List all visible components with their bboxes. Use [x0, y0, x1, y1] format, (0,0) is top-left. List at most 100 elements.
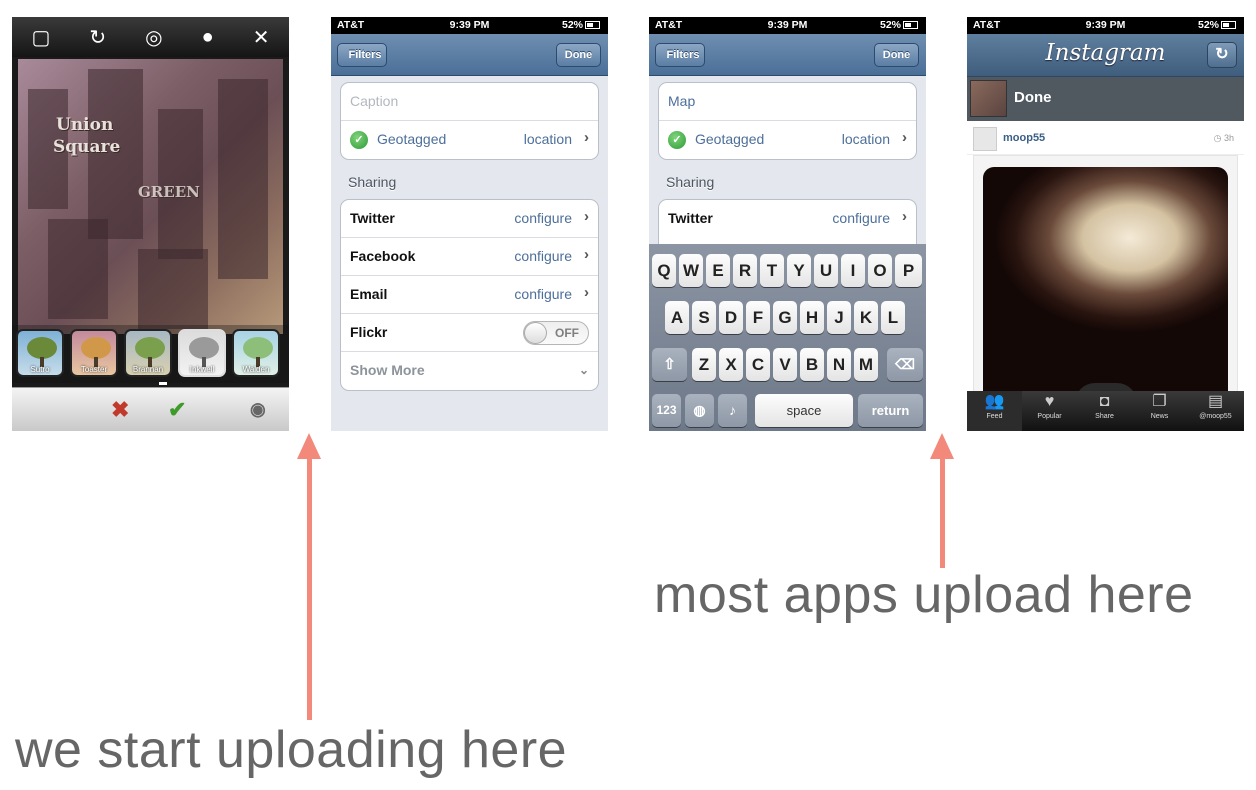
done-button[interactable]: Done — [556, 43, 601, 67]
key[interactable]: Q — [652, 254, 676, 287]
filter-thumb-selected[interactable]: Inkwell — [178, 329, 226, 377]
microphone-icon[interactable]: ♪ — [718, 394, 747, 427]
space-key[interactable]: space — [755, 394, 853, 427]
key[interactable]: N — [827, 348, 851, 381]
filter-strip: Sutro Toaster Brannan Inkwell Walden — [12, 325, 289, 383]
key[interactable]: B — [800, 348, 824, 381]
key[interactable]: C — [746, 348, 770, 381]
share-settings-keyboard-screen: AT&T 9:39 PM 52% Filters Done Map ✓ Geot… — [649, 17, 926, 431]
key[interactable]: U — [814, 254, 838, 287]
chevron-right-icon: › — [902, 208, 907, 225]
eye-icon[interactable]: ◉ — [250, 399, 266, 420]
crop-icon[interactable]: ▢ — [32, 25, 51, 50]
key[interactable]: E — [706, 254, 730, 287]
key[interactable]: L — [881, 301, 905, 334]
toggle-state: OFF — [555, 326, 579, 340]
avatar[interactable] — [973, 127, 997, 151]
post-photo[interactable] — [983, 167, 1228, 403]
tilt-shift-icon[interactable]: ◎ — [145, 25, 162, 50]
status-bar: AT&T 9:39 PM 52% — [967, 17, 1244, 34]
battery: 52% — [880, 19, 918, 31]
filter-thumb[interactable]: Brannan — [124, 329, 172, 377]
globe-icon[interactable]: ◍ — [685, 394, 714, 427]
annotation-arrow-line — [940, 458, 945, 568]
key[interactable]: T — [760, 254, 784, 287]
flickr-toggle[interactable]: OFF — [523, 321, 589, 345]
key[interactable]: Y — [787, 254, 811, 287]
filter-label: Brannan — [132, 365, 164, 374]
filter-thumb[interactable]: Walden — [232, 329, 280, 377]
chevron-right-icon: › — [584, 129, 589, 146]
sharing-group: Twitter configure › Facebook configure ›… — [340, 199, 599, 391]
refresh-icon[interactable]: ↻ — [1207, 42, 1237, 68]
geotag-row[interactable]: ✓ Geotagged location › — [341, 121, 598, 159]
check-icon: ✓ — [350, 131, 368, 149]
map-label: Square — [53, 137, 121, 157]
show-more-row[interactable]: Show More ⌄ — [341, 352, 598, 390]
tab-share[interactable]: ◘ Share — [1077, 391, 1132, 431]
key[interactable]: R — [733, 254, 757, 287]
battery: 52% — [562, 19, 600, 31]
key[interactable]: P — [895, 254, 922, 287]
numbers-key[interactable]: 123 — [652, 394, 681, 427]
upload-status-bar: Done — [967, 77, 1244, 121]
clock-icon: ◷ — [1213, 133, 1224, 143]
key[interactable]: G — [773, 301, 797, 334]
key[interactable]: S — [692, 301, 716, 334]
facebook-row[interactable]: Facebook configure › — [341, 238, 598, 276]
map-label: GREEN — [138, 183, 200, 201]
geotag-row[interactable]: ✓ Geotagged location › — [659, 121, 916, 159]
email-row[interactable]: Email configure › — [341, 276, 598, 314]
key[interactable]: W — [679, 254, 703, 287]
tab-profile[interactable]: ▤ @moop55 — [1187, 391, 1244, 431]
username[interactable]: moop55 — [1003, 132, 1045, 144]
caption-field[interactable]: Caption — [341, 83, 598, 121]
post-time: ◷ 3h — [1213, 133, 1234, 143]
filter-thumb[interactable]: Toaster — [70, 329, 118, 377]
caption-placeholder: Caption — [350, 93, 399, 109]
tab-news[interactable]: ❐ News — [1132, 391, 1187, 431]
camera-icon: ◘ — [1099, 393, 1110, 410]
key[interactable]: F — [746, 301, 770, 334]
filters-back-button[interactable]: Filters — [655, 43, 705, 67]
twitter-row[interactable]: Twitter configure › — [659, 200, 916, 238]
key[interactable]: K — [854, 301, 878, 334]
key[interactable]: I — [841, 254, 865, 287]
blur-drop-icon[interactable]: ● — [202, 26, 214, 49]
geotagged-label: Geotagged — [377, 131, 447, 147]
key[interactable]: J — [827, 301, 851, 334]
twitter-row[interactable]: Twitter configure › — [341, 200, 598, 238]
shift-key[interactable]: ⇧ — [652, 348, 687, 381]
key[interactable]: M — [854, 348, 878, 381]
caption-field[interactable]: Map — [659, 83, 916, 121]
return-key[interactable]: return — [858, 394, 923, 427]
filters-back-button[interactable]: Filters — [337, 43, 387, 67]
caption-group: Caption ✓ Geotagged location › — [340, 82, 599, 160]
photo-preview: Union Square GREEN — [18, 59, 283, 334]
post-header: moop55 ◷ 3h — [967, 121, 1244, 155]
instagram-logo: Instagram — [1045, 40, 1166, 66]
key[interactable]: V — [773, 348, 797, 381]
rotate-icon[interactable]: ↻ — [89, 25, 106, 50]
key[interactable]: H — [800, 301, 824, 334]
key[interactable]: D — [719, 301, 743, 334]
caption-group: Map ✓ Geotagged location › — [658, 82, 917, 160]
tab-label: Popular — [1037, 413, 1062, 420]
tab-feed[interactable]: 👥 Feed — [967, 391, 1022, 431]
battery-icon — [585, 21, 600, 30]
filter-thumb[interactable]: Sutro — [16, 329, 64, 377]
key[interactable]: A — [665, 301, 689, 334]
key[interactable]: O — [868, 254, 892, 287]
chevron-down-icon: ⌄ — [578, 363, 589, 377]
backspace-key[interactable]: ⌫ — [887, 348, 923, 381]
done-button[interactable]: Done — [874, 43, 919, 67]
key[interactable]: X — [719, 348, 743, 381]
sharing-header: Sharing — [666, 174, 715, 190]
close-icon[interactable]: ✕ — [253, 25, 270, 50]
tab-label: @moop55 — [1199, 413, 1232, 420]
arrow-up-icon — [297, 433, 321, 459]
accept-check-icon[interactable]: ✔ — [168, 397, 186, 423]
cancel-x-icon[interactable]: ✖ — [111, 397, 129, 423]
key[interactable]: Z — [692, 348, 716, 381]
tab-popular[interactable]: ♥ Popular — [1022, 391, 1077, 431]
